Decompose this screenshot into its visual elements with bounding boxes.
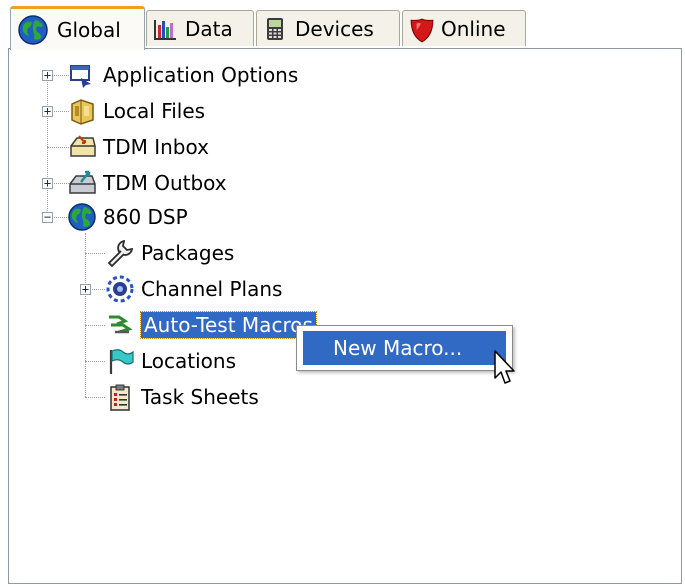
tab-label: Devices	[295, 16, 374, 41]
device-icon	[263, 17, 287, 41]
globe-icon	[17, 14, 49, 46]
context-menu: New Macro...	[296, 325, 513, 371]
expand-button[interactable]: +	[42, 105, 53, 117]
tree-item-auto-test-macros[interactable]: Auto-Test Macros	[105, 309, 317, 341]
channel-plans-icon	[105, 274, 135, 304]
tree-item-packages[interactable]: Packages	[105, 237, 234, 269]
application-options-icon	[67, 60, 97, 90]
tree-panel: + + + − + Application Options Local File…	[8, 48, 682, 584]
tab-label: Online	[441, 16, 506, 41]
tree-item-860-dsp[interactable]: 860 DSP	[67, 201, 188, 233]
bar-chart-icon	[153, 17, 177, 41]
globe-icon	[67, 202, 97, 232]
tree-item-application-options[interactable]: Application Options	[67, 59, 298, 91]
tree-item-label: TDM Outbox	[103, 171, 227, 195]
mouse-pointer-icon	[494, 350, 518, 391]
tdm-inbox-icon	[67, 132, 97, 162]
tab-label: Data	[185, 16, 233, 41]
tree-connector	[85, 233, 86, 397]
tab-data[interactable]: Data	[146, 10, 254, 46]
tree-item-tdm-outbox[interactable]: TDM Outbox	[67, 167, 227, 199]
tree-item-label: 860 DSP	[103, 205, 188, 229]
tree-item-tdm-inbox[interactable]: TDM Inbox	[67, 131, 209, 163]
tree-item-label: Task Sheets	[141, 385, 259, 409]
tab-online[interactable]: Online	[402, 10, 526, 46]
flag-icon	[105, 346, 135, 376]
tree-item-task-sheets[interactable]: Task Sheets	[105, 381, 259, 413]
tree-item-label: Application Options	[103, 63, 299, 87]
expand-button[interactable]: +	[80, 283, 91, 295]
tree-connector	[47, 75, 48, 217]
tree-connector	[85, 361, 105, 362]
tree-item-label: Packages	[141, 241, 235, 265]
tdm-outbox-icon	[67, 168, 97, 198]
tree-item-locations[interactable]: Locations	[105, 345, 236, 377]
tree-item-label: Channel Plans	[141, 277, 283, 301]
tree-item-local-files[interactable]: Local Files	[67, 95, 205, 127]
shield-icon	[409, 17, 434, 43]
local-files-icon	[67, 96, 97, 126]
tree-item-channel-plans[interactable]: Channel Plans	[105, 273, 282, 305]
tree-connector	[85, 253, 105, 254]
tree-item-label: Local Files	[103, 99, 206, 123]
expand-button[interactable]: +	[42, 177, 53, 189]
tree-connector	[85, 397, 105, 398]
clipboard-icon	[105, 382, 135, 412]
expand-button[interactable]: +	[42, 69, 53, 81]
tree-item-label: Locations	[141, 349, 237, 373]
tree-connector	[85, 325, 105, 326]
tab-label: Global	[57, 17, 121, 42]
tree-connector	[47, 147, 69, 148]
tab-global[interactable]: Global	[10, 6, 145, 50]
tree-item-label: Auto-Test Macros	[140, 311, 317, 339]
wrench-icon	[105, 238, 135, 268]
tree-item-label: TDM Inbox	[103, 135, 209, 159]
menu-item-new-macro[interactable]: New Macro...	[303, 331, 506, 365]
auto-test-icon	[105, 310, 135, 340]
tab-strip: Global Data Devices Online	[0, 0, 685, 50]
tab-devices[interactable]: Devices	[256, 10, 400, 46]
collapse-button[interactable]: −	[42, 211, 53, 223]
